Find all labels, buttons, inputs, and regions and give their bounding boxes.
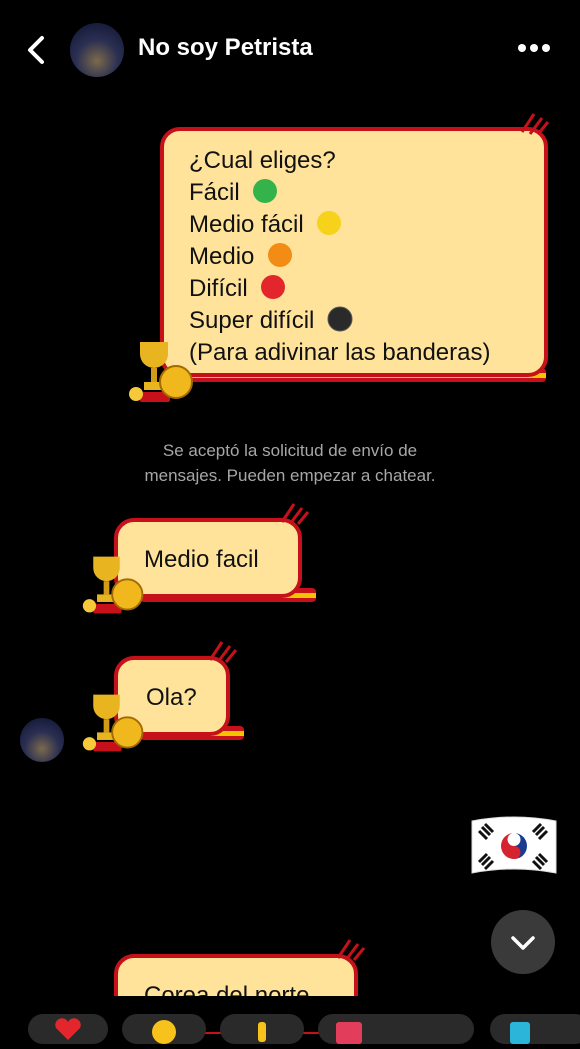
scroll-down-button[interactable]: [491, 910, 555, 974]
options-line-note: (Para adivinar las banderas): [189, 339, 491, 366]
emoji-reaction-button[interactable]: [122, 1014, 206, 1044]
options-line-super-hard: Super difícil: [189, 307, 315, 334]
heart-icon: [55, 1018, 81, 1040]
chat-header: No soy Petrista: [0, 0, 580, 100]
thumbs-up-icon: [258, 1022, 266, 1042]
south-korea-flag-icon: [471, 816, 557, 874]
gallery-icon: [510, 1022, 530, 1044]
contact-name[interactable]: No soy Petrista: [138, 34, 313, 62]
sparkle-decoration-icon: [280, 503, 310, 525]
red-circle-icon: [261, 275, 286, 299]
sticker-icon: [336, 1022, 362, 1044]
yellow-circle-icon: [317, 211, 342, 235]
sparkle-decoration-icon: [208, 641, 238, 663]
system-notice: Se aceptó la solicitud de envío de mensa…: [90, 438, 490, 488]
more-options-icon[interactable]: [514, 36, 554, 60]
options-line-medium-easy: Medio fácil: [189, 211, 304, 238]
options-line-hard: Difícil: [189, 275, 248, 302]
trophy-ball-decoration-icon: [129, 342, 193, 402]
chevron-down-icon: [511, 936, 535, 950]
gallery-button[interactable]: [490, 1014, 580, 1044]
trophy-ball-decoration-icon: [82, 694, 144, 752]
sparkle-decoration-icon: [520, 113, 550, 135]
sender-avatar[interactable]: [20, 718, 64, 762]
options-line-easy: Fácil: [189, 179, 240, 206]
sparkle-decoration-icon: [336, 939, 366, 961]
smiley-icon: [152, 1020, 176, 1044]
heart-reaction-button[interactable]: [28, 1014, 108, 1044]
black-circle-icon: [327, 306, 353, 332]
options-line-question: ¿Cual eliges?: [189, 147, 336, 174]
back-arrow-icon[interactable]: [22, 32, 52, 68]
contact-avatar[interactable]: [70, 23, 124, 77]
system-notice-line: mensajes. Pueden empezar a chatear.: [144, 466, 436, 485]
system-notice-line: Se aceptó la solicitud de envío de: [162, 441, 418, 460]
reply-text: Ola?: [146, 684, 197, 711]
reply-text: Medio facil: [144, 546, 259, 573]
sticker-button[interactable]: [318, 1014, 474, 1044]
thumbs-reaction-button[interactable]: [220, 1014, 304, 1044]
orange-circle-icon: [268, 243, 293, 267]
trophy-ball-decoration-icon: [82, 556, 144, 614]
options-line-medium: Medio: [189, 243, 255, 270]
options-bubble[interactable]: ¿Cual eliges? Fácil Medio fácil Medio Di…: [160, 127, 548, 377]
green-circle-icon: [253, 179, 278, 203]
